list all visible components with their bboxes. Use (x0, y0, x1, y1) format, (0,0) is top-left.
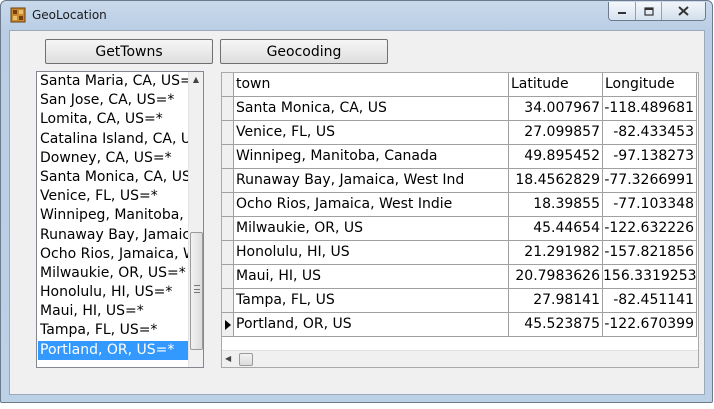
list-item[interactable]: Runaway Bay, Jamaica, West Indies=* (38, 226, 188, 245)
town-list-items: Santa Maria, CA, US=* San Jose, CA, US=* L… (38, 72, 188, 360)
list-item[interactable]: Santa Monica, CA, US=* (38, 168, 188, 187)
longitude-cell[interactable]: -122.670399 (603, 313, 697, 337)
row-header-cell[interactable] (222, 193, 234, 217)
grid-corner-cell[interactable] (222, 73, 234, 97)
listbox-vertical-scrollbar[interactable]: ▲ (188, 72, 203, 367)
longitude-cell[interactable]: -122.632226 (603, 217, 697, 241)
table-row[interactable]: Winnipeg, Manitoba, Canada 49.895452 -97.1… (222, 145, 697, 169)
window-title: GeoLocation (32, 8, 107, 22)
table-row[interactable]: Honolulu, HI, US 21.291982 -157.821856 (222, 241, 697, 265)
town-cell[interactable]: Maui, HI, US (234, 265, 509, 289)
row-header-cell[interactable] (222, 265, 234, 289)
close-icon (678, 6, 689, 16)
list-item[interactable]: Venice, FL, US=* (38, 187, 188, 206)
table-row[interactable]: Santa Monica, CA, US 34.007967 -118.489681 (222, 97, 697, 121)
list-item[interactable]: Milwaukie, OR, US=* (38, 264, 188, 283)
grid-horizontal-scrollbar[interactable]: ◀ (222, 350, 698, 367)
row-header-cell[interactable] (222, 217, 234, 241)
latitude-cell[interactable]: 49.895452 (509, 145, 603, 169)
latitude-cell[interactable]: 34.007967 (509, 97, 603, 121)
latitude-cell[interactable]: 20.7983626 (509, 265, 603, 289)
list-item[interactable]: Downey, CA, US=* (38, 149, 188, 168)
client-area: GetTowns Geocoding Santa Maria, CA, US=*… (9, 30, 705, 395)
scroll-up-arrow-icon[interactable]: ▲ (189, 72, 203, 86)
list-item[interactable]: Ocho Rios, Jamaica, West Indies=* (38, 245, 188, 264)
list-item[interactable]: Winnipeg, Manitoba, Canada=* (38, 206, 188, 225)
latitude-cell[interactable]: 18.39855 (509, 193, 603, 217)
town-cell[interactable]: Runaway Bay, Jamaica, West Ind (234, 169, 509, 193)
table-row[interactable]: Tampa, FL, US 27.98141 -82.451141 (222, 289, 697, 313)
maximize-icon (643, 6, 654, 16)
close-button[interactable] (661, 2, 705, 20)
geolocation-window: GeoLocation GetTowns Geocoding Santa Mar… (0, 0, 713, 403)
table-row[interactable]: Ocho Rios, Jamaica, West Indie 18.39855 -7… (222, 193, 697, 217)
row-header-cell[interactable] (222, 121, 234, 145)
town-cell[interactable]: Tampa, FL, US (234, 289, 509, 313)
list-item[interactable]: Santa Maria, CA, US=* (38, 72, 188, 91)
longitude-cell[interactable]: 156.3319253 (603, 265, 697, 289)
get-towns-button[interactable]: GetTowns (45, 39, 213, 64)
geocode-results-grid[interactable]: town Latitude Longitude Santa Monica, CA… (221, 72, 699, 368)
town-cell[interactable]: Venice, FL, US (234, 121, 509, 145)
column-header-latitude[interactable]: Latitude (509, 73, 603, 97)
longitude-cell[interactable]: -157.821856 (603, 241, 697, 265)
grid-body: Santa Monica, CA, US 34.007967 -118.489681… (222, 97, 697, 337)
town-cell[interactable]: Santa Monica, CA, US (234, 97, 509, 121)
longitude-cell[interactable]: -82.433453 (603, 121, 697, 145)
longitude-cell[interactable]: -77.3266991 (603, 169, 697, 193)
row-header-cell[interactable] (222, 313, 234, 337)
listbox-scroll-thumb[interactable] (190, 232, 203, 350)
latitude-cell[interactable]: 21.291982 (509, 241, 603, 265)
scroll-left-arrow-icon[interactable]: ◀ (225, 354, 231, 363)
minimize-icon (618, 12, 626, 14)
longitude-cell[interactable]: -97.138273 (603, 145, 697, 169)
longitude-cell[interactable]: -118.489681 (603, 97, 697, 121)
list-item[interactable]: Portland, OR, US=* (38, 340, 188, 360)
current-row-pointer-icon (225, 320, 231, 330)
town-cell[interactable]: Honolulu, HI, US (234, 241, 509, 265)
row-header-cell[interactable] (222, 241, 234, 265)
table-row[interactable]: Milwaukie, OR, US 45.44654 -122.632226 (222, 217, 697, 241)
list-item[interactable]: San Jose, CA, US=* (38, 91, 188, 110)
globe-app-icon (10, 7, 26, 23)
geocoding-button[interactable]: Geocoding (220, 39, 388, 64)
table-row[interactable]: Runaway Bay, Jamaica, West Ind 18.4562829… (222, 169, 697, 193)
latitude-cell[interactable]: 45.523875 (509, 313, 603, 337)
row-header-cell[interactable] (222, 145, 234, 169)
town-cell[interactable]: Portland, OR, US (234, 313, 509, 337)
title-bar[interactable]: GeoLocation (1, 1, 712, 29)
table-row[interactable]: Venice, FL, US 27.099857 -82.433453 (222, 121, 697, 145)
scroll-grip-icon (194, 285, 200, 293)
list-item[interactable]: Lomita, CA, US=* (38, 110, 188, 129)
grid-header-row: town Latitude Longitude (222, 73, 697, 97)
list-item[interactable]: Catalina Island, CA, US=* (38, 130, 188, 149)
town-listbox[interactable]: Santa Maria, CA, US=* San Jose, CA, US=* L… (36, 71, 204, 368)
minimize-button[interactable] (609, 2, 635, 20)
latitude-cell[interactable]: 27.98141 (509, 289, 603, 313)
town-cell[interactable]: Winnipeg, Manitoba, Canada (234, 145, 509, 169)
town-cell[interactable]: Milwaukie, OR, US (234, 217, 509, 241)
column-header-town[interactable]: town (234, 73, 509, 97)
latitude-cell[interactable]: 18.4562829 (509, 169, 603, 193)
row-header-cell[interactable] (222, 97, 234, 121)
maximize-button[interactable] (635, 2, 661, 20)
list-item[interactable]: Tampa, FL, US=* (38, 321, 188, 340)
longitude-cell[interactable]: -77.103348 (603, 193, 697, 217)
table-row[interactable]: Maui, HI, US 20.7983626 156.3319253 (222, 265, 697, 289)
grid-scroll-thumb[interactable] (239, 353, 253, 366)
longitude-cell[interactable]: -82.451141 (603, 289, 697, 313)
latitude-cell[interactable]: 45.44654 (509, 217, 603, 241)
list-item[interactable]: Honolulu, HI, US=* (38, 283, 188, 302)
column-header-longitude[interactable]: Longitude (603, 73, 697, 97)
window-controls (608, 2, 706, 21)
list-item[interactable]: Maui, HI, US=* (38, 302, 188, 321)
row-header-cell[interactable] (222, 169, 234, 193)
town-cell[interactable]: Ocho Rios, Jamaica, West Indie (234, 193, 509, 217)
latitude-cell[interactable]: 27.099857 (509, 121, 603, 145)
row-header-cell[interactable] (222, 289, 234, 313)
table-row[interactable]: Portland, OR, US 45.523875 -122.670399 (222, 313, 697, 337)
